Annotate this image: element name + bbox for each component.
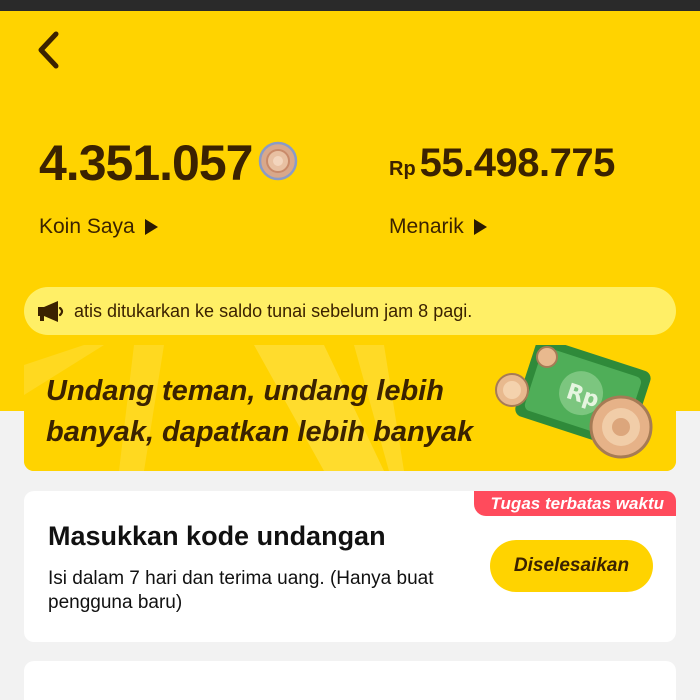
back-button[interactable] <box>26 28 70 72</box>
coins-value: 4.351.057 <box>39 135 253 191</box>
limited-time-badge: Tugas terbatas waktu <box>474 491 676 516</box>
withdraw-label: Menarik <box>389 215 464 238</box>
my-coins-link[interactable]: Koin Saya <box>39 215 158 239</box>
complete-button[interactable]: Diselesaikan <box>490 540 653 592</box>
chevron-left-icon <box>38 31 59 69</box>
card-title: Masukkan kode undangan <box>48 521 386 551</box>
withdraw-value: 55.498.775 <box>419 141 616 185</box>
next-card <box>24 661 676 700</box>
play-arrow-icon <box>144 219 158 235</box>
coins-stat: 4.351.057 <box>39 135 298 191</box>
notice-bar: atis ditukarkan ke saldo tunai sebelum j… <box>24 287 676 335</box>
withdraw-stat: Rp 55.498.775 <box>389 135 615 191</box>
screen: 4.351.057 Rp 55.498.775 Koin Saya Menarik… <box>0 0 700 700</box>
play-arrow-icon <box>473 219 487 235</box>
banner-line-1: Undang teman, undang lebih <box>46 375 444 407</box>
invite-code-card: Tugas terbatas waktu Masukkan kode undan… <box>24 491 676 642</box>
banner-headline: Undang teman, undang lebih banyak, dapat… <box>46 371 473 453</box>
my-coins-label: Koin Saya <box>39 215 135 238</box>
banner-line-2: banyak, dapatkan lebih banyak <box>46 416 474 448</box>
coin-icon <box>259 141 298 181</box>
megaphone-icon <box>38 301 64 322</box>
withdraw-link[interactable]: Menarik <box>389 215 487 239</box>
notice-text: atis ditukarkan ke saldo tunai sebelum j… <box>74 300 473 321</box>
status-bar <box>0 0 700 11</box>
invite-banner[interactable]: Rp Undang teman, undang lebih banyak, da… <box>24 345 676 471</box>
card-description: Isi dalam 7 hari dan terima uang. (Hanya… <box>48 568 434 613</box>
currency-prefix: Rp <box>389 157 416 180</box>
